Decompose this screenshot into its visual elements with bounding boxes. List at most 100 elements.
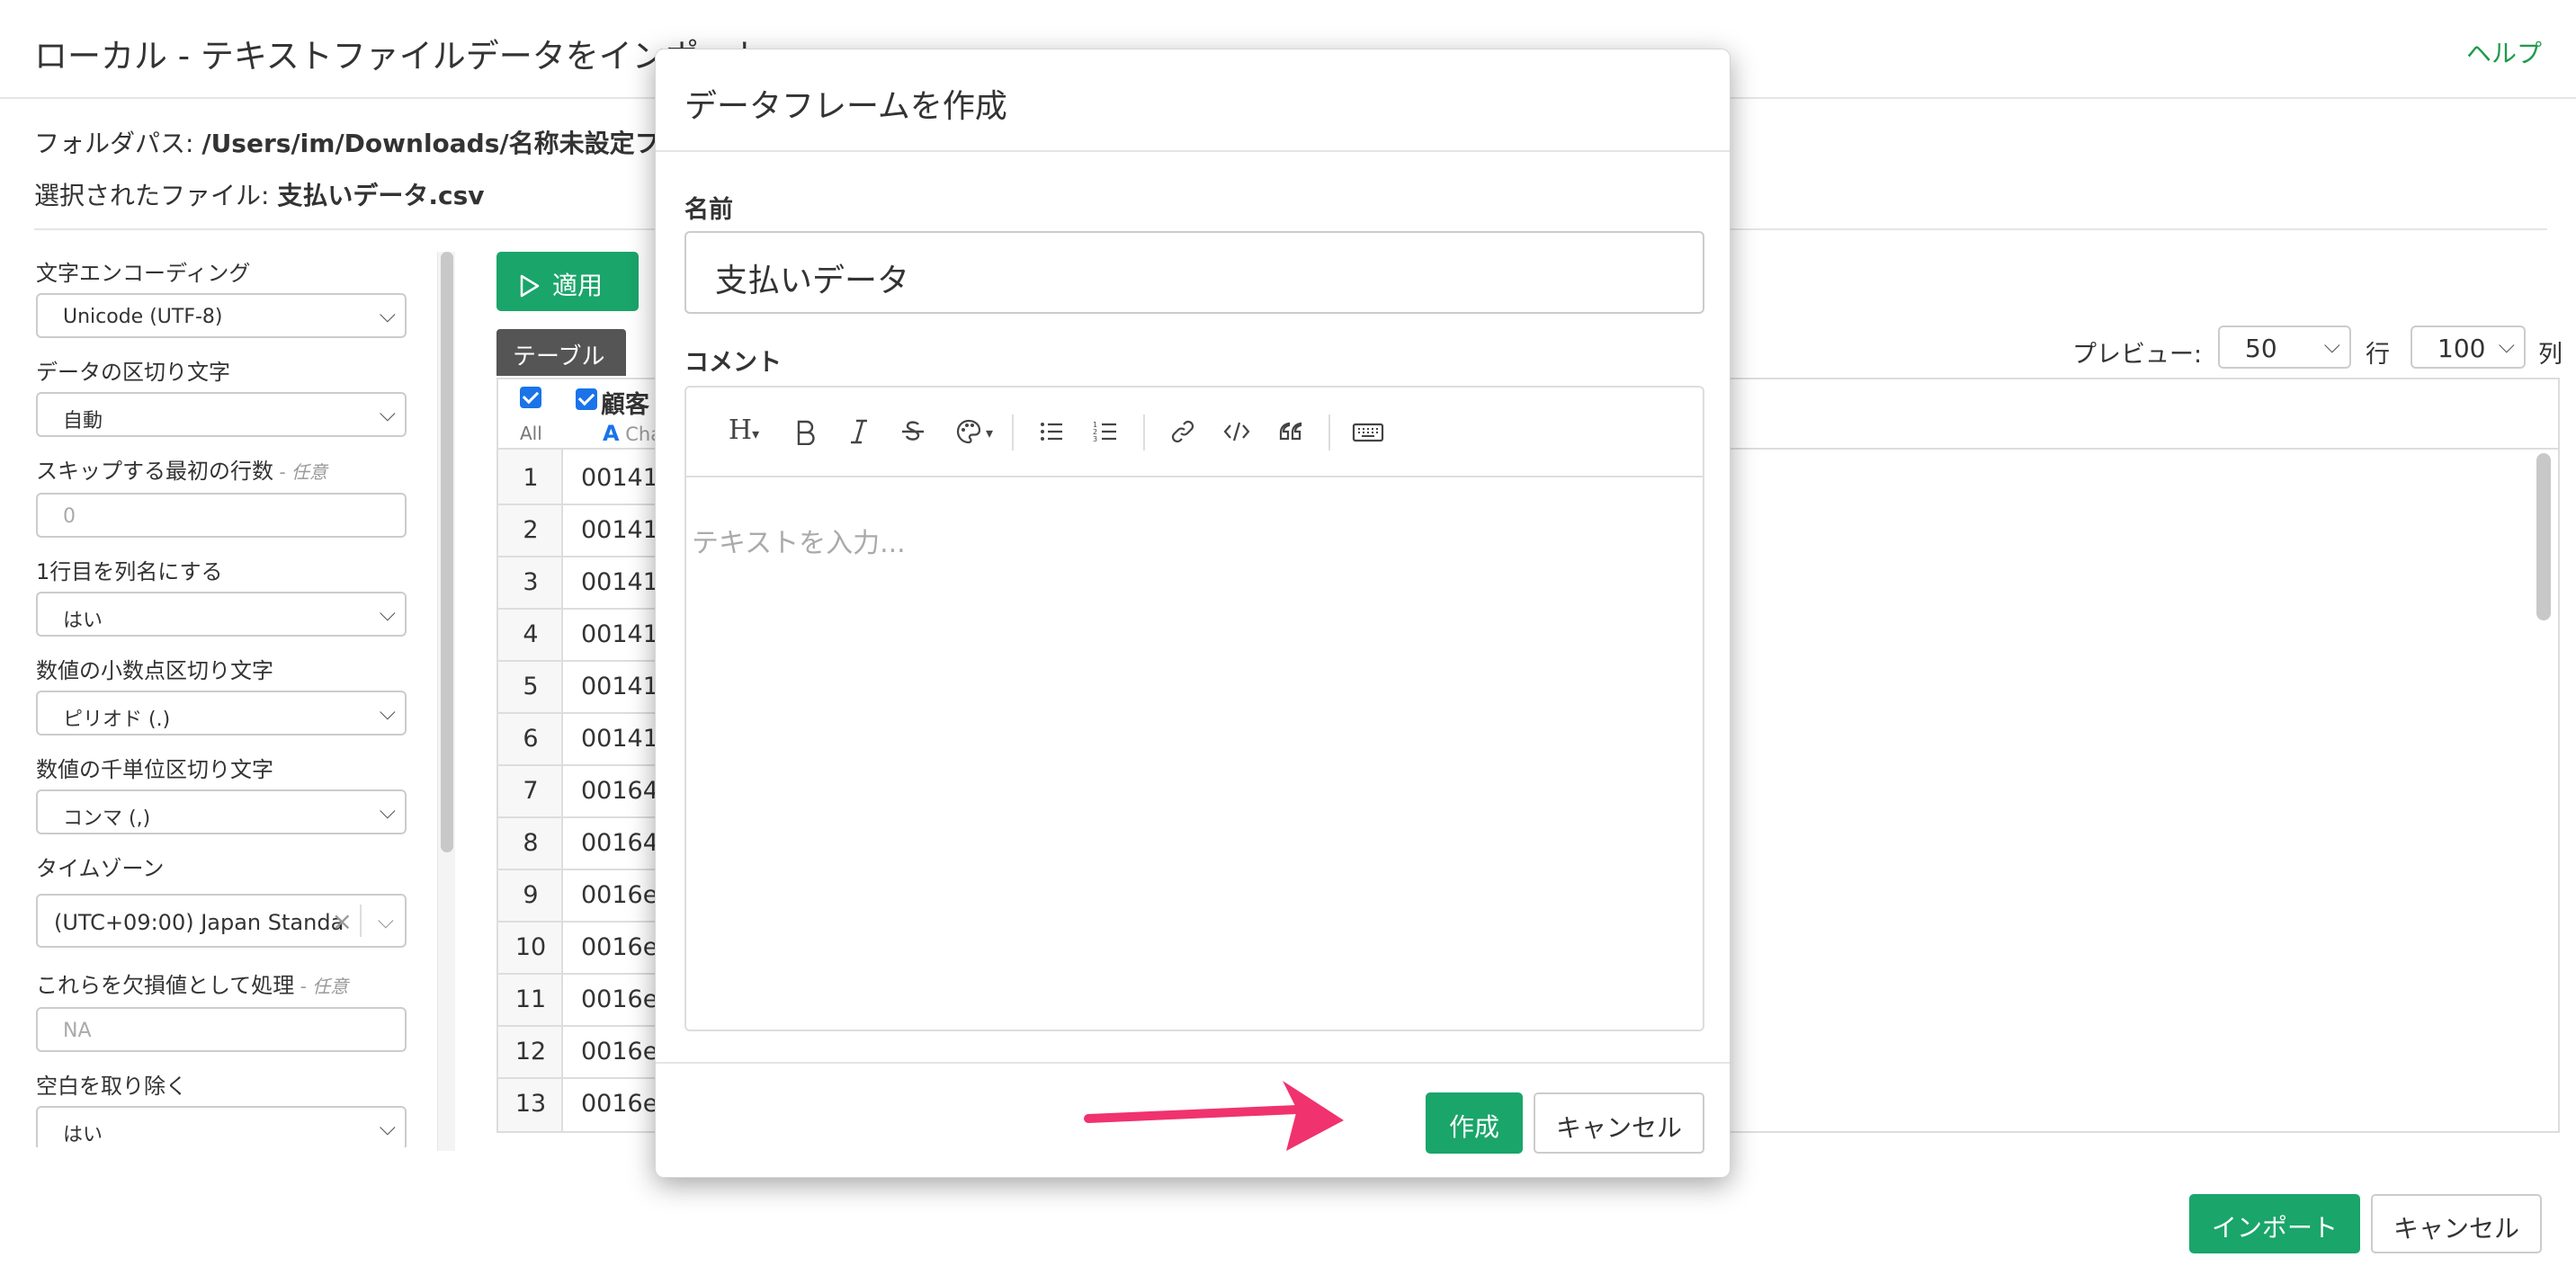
thousands-value: コンマ (,)	[63, 807, 151, 830]
italic-icon[interactable]	[841, 418, 877, 449]
delimiter-select[interactable]: 自動 ⌵	[36, 392, 407, 437]
chevron-down-icon: ⌵	[379, 401, 396, 426]
encoding-label: 文字エンコーディング	[36, 261, 251, 286]
header-row-value: はい	[63, 610, 103, 632]
timezone-value: (UTC+09:00) Japan Standa	[54, 910, 344, 935]
preview-cols-value: 100	[2437, 334, 2486, 363]
import-button[interactable]: インポート	[2189, 1194, 2360, 1253]
preview-label: プレビュー:	[2072, 341, 2203, 369]
chevron-down-icon: ⌵	[2323, 333, 2340, 358]
chevron-down-icon: ⌵	[2498, 333, 2515, 358]
na-label-text: これらを欠損値として処理	[36, 973, 295, 998]
chevron-down-icon: ⌵	[379, 798, 396, 824]
column-name[interactable]: 顧客	[601, 385, 649, 420]
name-label: 名前	[684, 196, 733, 224]
comment-editor[interactable]: H▾ ▾ 123	[684, 386, 1704, 1031]
row-divider	[498, 556, 660, 557]
folder-path-line: フォルダパス: /Users/im/Downloads/名称未設定フォル	[34, 124, 711, 160]
row-index: 6	[523, 725, 539, 753]
heading-icon[interactable]: H▾	[719, 415, 769, 446]
link-icon[interactable]	[1165, 418, 1201, 449]
svg-text:3: 3	[1093, 435, 1097, 443]
comment-placeholder: テキストを入力...	[692, 528, 906, 559]
thousands-select[interactable]: コンマ (,) ⌵	[36, 789, 407, 834]
decimal-value: ピリオド (.)	[63, 709, 171, 731]
apply-button[interactable]: 適用	[496, 252, 639, 311]
row-divider	[498, 608, 660, 610]
select-all-checkbox[interactable]	[520, 387, 541, 408]
cols-unit: 列	[2538, 341, 2563, 369]
tab-table[interactable]: テーブル	[496, 329, 626, 376]
apply-label: 適用	[552, 271, 604, 300]
strikethrough-icon[interactable]	[895, 418, 931, 449]
pointer-arrow	[1084, 1081, 1344, 1151]
selected-file-label: 選択されたファイル:	[34, 181, 278, 210]
row-divider	[498, 816, 660, 818]
encoding-select[interactable]: Unicode (UTF-8) ⌵	[36, 293, 407, 338]
rows-unit: 行	[2366, 341, 2390, 369]
skip-rows-label-text: スキップする最初の行数	[36, 459, 273, 484]
chevron-down-icon[interactable]: ⌵	[378, 908, 394, 933]
chevron-down-icon: ⌵	[379, 700, 396, 725]
preview-rows-value: 50	[2245, 334, 2277, 363]
decimal-label: 数値の小数点区切り文字	[36, 658, 273, 683]
row-index: 9	[523, 881, 539, 909]
dialog-footer-divider	[656, 1062, 1730, 1064]
row-divider	[498, 764, 660, 766]
row-index: 2	[523, 516, 539, 544]
na-input[interactable]: NA	[36, 1007, 407, 1052]
row-divider	[498, 869, 660, 870]
selected-file-value: 支払いデータ.csv	[277, 181, 485, 210]
chevron-down-icon: ⌵	[379, 601, 396, 626]
row-index: 7	[523, 777, 539, 805]
chevron-down-icon: ⌵	[379, 302, 396, 327]
chevron-down-icon: ⌵	[379, 1115, 396, 1140]
preview-cols-select[interactable]: 100 ⌵	[2411, 325, 2526, 369]
keyboard-icon[interactable]	[1348, 418, 1388, 449]
palette-icon[interactable]: ▾	[949, 418, 999, 449]
trim-label: 空白を取り除く	[36, 1074, 187, 1099]
trim-select[interactable]: はい ⌵	[36, 1106, 407, 1147]
settings-scrollbar-thumb[interactable]	[441, 252, 453, 852]
delimiter-value: 自動	[63, 410, 103, 432]
toolbar-divider	[1328, 415, 1330, 450]
bullet-list-icon[interactable]	[1033, 418, 1069, 449]
row-index: 1	[523, 464, 539, 492]
help-link[interactable]: ヘルプ	[2466, 34, 2542, 70]
column-type: A Cha	[603, 421, 662, 446]
name-input[interactable]: 支払いデータ	[684, 231, 1704, 314]
code-icon[interactable]	[1219, 418, 1255, 449]
dialog-cancel-button[interactable]: キャンセル	[1534, 1092, 1704, 1154]
row-divider	[498, 712, 660, 714]
table-scrollbar-thumb[interactable]	[2536, 453, 2551, 620]
trim-value: はい	[63, 1124, 103, 1146]
encoding-value: Unicode (UTF-8)	[63, 306, 223, 328]
decimal-select[interactable]: ピリオド (.) ⌵	[36, 691, 407, 736]
row-divider	[498, 660, 660, 662]
header-row-select[interactable]: はい ⌵	[36, 592, 407, 637]
row-divider	[498, 1025, 660, 1027]
row-index: 5	[523, 673, 539, 700]
row-index: 11	[514, 985, 547, 1013]
quote-icon[interactable]	[1273, 418, 1309, 449]
row-index: 4	[523, 620, 539, 648]
bold-icon[interactable]	[787, 418, 823, 449]
comment-label: コメント	[684, 349, 782, 377]
timezone-select[interactable]: (UTC+09:00) Japan Standa × ⌵	[36, 894, 407, 948]
clear-icon[interactable]: ×	[332, 906, 353, 936]
play-icon	[520, 274, 540, 298]
timezone-label: タイムゾーン	[36, 856, 165, 881]
preview-rows-select[interactable]: 50 ⌵	[2218, 325, 2351, 369]
select-separator	[360, 905, 362, 937]
cancel-button[interactable]: キャンセル	[2371, 1194, 2542, 1253]
row-index: 10	[514, 933, 547, 961]
row-divider	[498, 921, 660, 923]
skip-rows-input[interactable]: 0	[36, 493, 407, 538]
editor-toolbar: H▾ ▾ 123	[686, 388, 1703, 477]
column-checkbox[interactable]	[576, 388, 597, 410]
dialog-title: データフレームを作成	[684, 88, 1007, 125]
optional-tag: - 任意	[273, 461, 327, 483]
numbered-list-icon[interactable]: 123	[1087, 418, 1123, 449]
row-divider	[498, 504, 660, 505]
delimiter-label: データの区切り文字	[36, 360, 230, 385]
